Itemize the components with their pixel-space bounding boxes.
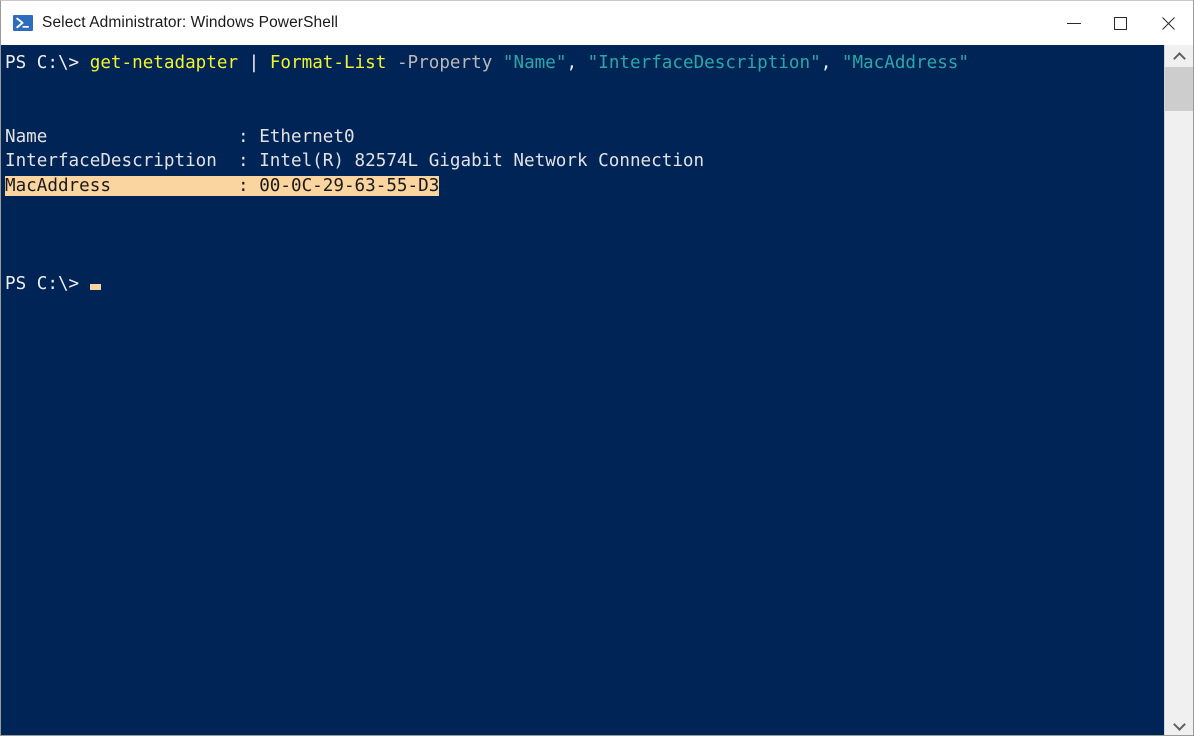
close-button[interactable] (1143, 1, 1193, 45)
chevron-up-icon (1175, 52, 1184, 61)
parameter-property: -Property (386, 53, 503, 73)
cmdlet-get-netadapter: get-netadapter (89, 53, 239, 73)
console-output[interactable]: PS C:\> get-netadapter | Format-List -Pr… (1, 45, 1164, 735)
output-value: Ethernet0 (259, 126, 355, 147)
prompt-text: PS C:\> (5, 53, 90, 73)
console-area: PS C:\> get-netadapter | Format-List -Pr… (1, 45, 1193, 735)
powershell-icon (13, 13, 33, 33)
block-cursor (89, 284, 101, 291)
final-prompt-text: PS C:\> (5, 274, 90, 295)
close-icon (1160, 15, 1176, 31)
scrollbar-track[interactable] (1165, 67, 1193, 713)
output-label: InterfaceDescription : (5, 151, 260, 172)
maximize-icon (1113, 16, 1127, 30)
scroll-up-arrow[interactable] (1165, 45, 1193, 67)
argument-macaddress: "MacAddress" (841, 53, 969, 73)
minimize-button[interactable] (1051, 1, 1097, 45)
pipe-operator: | (238, 53, 270, 73)
window-controls (1051, 1, 1193, 45)
argument-separator-1: , (566, 53, 588, 73)
argument-separator-2: , (820, 53, 842, 73)
output-label: Name : (5, 126, 260, 147)
output-label-selected: MacAddress : (5, 175, 260, 196)
output-value-selected: 00-0C-29-63-55-D3 (259, 175, 440, 196)
argument-interfacedescription: "InterfaceDescription" (587, 53, 821, 73)
cmdlet-format-list: Format-List (269, 53, 387, 73)
minimize-icon (1067, 22, 1081, 24)
final-prompt-line[interactable]: PS C:\> (5, 272, 1164, 297)
command-line: PS C:\> get-netadapter | Format-List -Pr… (5, 51, 1164, 76)
output-value: Intel(R) 82574L Gigabit Network Connecti… (259, 151, 705, 172)
chevron-down-icon (1175, 720, 1184, 729)
output-row-interfacedescription: InterfaceDescription : Intel(R) 82574L G… (5, 149, 1164, 174)
powershell-window: Select Administrator: Windows PowerShell… (0, 0, 1194, 736)
maximize-button[interactable] (1097, 1, 1143, 45)
console-scrollbar[interactable] (1164, 45, 1193, 735)
output-row-name: Name : Ethernet0 (5, 125, 1164, 150)
title-bar[interactable]: Select Administrator: Windows PowerShell (1, 1, 1193, 45)
scroll-thumb[interactable] (1165, 67, 1193, 111)
output-row-macaddress[interactable]: MacAddress : 00-0C-29-63-55-D3 (5, 174, 1164, 199)
scroll-down-arrow[interactable] (1165, 713, 1193, 735)
window-title: Select Administrator: Windows PowerShell (42, 14, 339, 31)
title-bar-left: Select Administrator: Windows PowerShell (1, 13, 338, 33)
argument-name: "Name" (502, 53, 567, 73)
